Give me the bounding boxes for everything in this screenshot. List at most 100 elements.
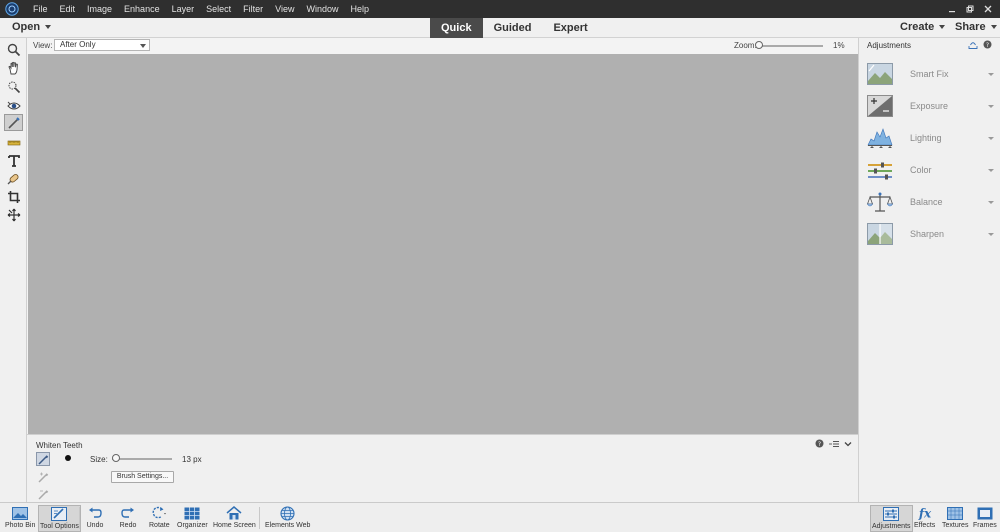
- chevron-down-icon: [988, 105, 994, 108]
- chevron-down-icon: [988, 137, 994, 140]
- brush-new-selection-icon[interactable]: [36, 452, 50, 466]
- share-dropdown-icon: [990, 25, 997, 30]
- help-icon[interactable]: ?: [983, 40, 992, 52]
- brush-settings-button[interactable]: Brush Settings...: [111, 471, 174, 483]
- adjustments-icon: [882, 506, 900, 522]
- menu-image[interactable]: Image: [81, 0, 118, 18]
- textures-button[interactable]: Textures: [942, 505, 968, 532]
- menu-view[interactable]: View: [269, 0, 300, 18]
- svg-text:fx: fx: [917, 507, 931, 521]
- help-icon[interactable]: ?: [815, 439, 824, 451]
- dock-label: Undo: [86, 522, 104, 529]
- menu-edit[interactable]: Edit: [54, 0, 82, 18]
- restore-icon[interactable]: [962, 3, 978, 15]
- adjustment-label: Smart Fix: [910, 69, 949, 79]
- home-icon: [225, 505, 243, 521]
- rotate-button[interactable]: Rotate: [149, 505, 170, 532]
- zoom-slider-track[interactable]: [757, 45, 823, 47]
- type-tool-icon[interactable]: [4, 152, 23, 169]
- spot-healing-icon[interactable]: [4, 170, 23, 187]
- brush-add-selection-icon[interactable]: [36, 470, 50, 484]
- adjustment-balance[interactable]: Balance: [859, 189, 1000, 217]
- menu-window[interactable]: Window: [300, 0, 344, 18]
- dock-label: Tool Options: [40, 523, 79, 530]
- minimize-icon[interactable]: [944, 3, 960, 15]
- adjustment-smart-fix[interactable]: Smart Fix: [859, 61, 1000, 89]
- straighten-icon[interactable]: [4, 134, 23, 151]
- adjustments-dock-button[interactable]: Adjustments: [870, 505, 913, 532]
- adjustments-panel-title: Adjustments: [867, 41, 912, 50]
- brush-preview-icon: [65, 455, 71, 461]
- red-eye-icon[interactable]: [4, 97, 23, 114]
- open-button[interactable]: Open: [12, 21, 40, 33]
- dock-label: Organizer: [177, 522, 208, 529]
- adjustment-lighting[interactable]: Lighting: [859, 125, 1000, 153]
- size-slider-thumb[interactable]: [112, 454, 120, 462]
- open-dropdown-icon[interactable]: [45, 25, 51, 29]
- share-button[interactable]: Share: [955, 21, 997, 33]
- smart-fix-icon: [867, 63, 893, 85]
- size-value: 13 px: [182, 455, 202, 464]
- tab-guided[interactable]: Guided: [483, 18, 543, 38]
- globe-icon: [279, 505, 297, 521]
- create-button[interactable]: Create: [900, 21, 946, 33]
- quick-selection-icon[interactable]: [4, 78, 23, 95]
- tool-options-button[interactable]: Tool Options: [38, 505, 81, 532]
- crop-icon[interactable]: [4, 188, 23, 205]
- adjustment-label: Color: [910, 165, 932, 175]
- view-bar: View: After Only Zoom: 1%: [27, 38, 858, 54]
- menu-select[interactable]: Select: [200, 0, 237, 18]
- menu-file[interactable]: File: [27, 0, 54, 18]
- dock-label: Photo Bin: [5, 522, 36, 529]
- collapse-icon[interactable]: [844, 439, 852, 451]
- mode-tabs: Quick Guided Expert: [430, 18, 599, 38]
- dock-label: Home Screen: [213, 522, 256, 529]
- adjustment-color[interactable]: Color: [859, 157, 1000, 185]
- exposure-icon: [867, 95, 893, 117]
- move-icon[interactable]: [4, 206, 23, 223]
- close-icon[interactable]: [980, 3, 996, 15]
- tool-options-actions: ?: [815, 439, 852, 451]
- elements-web-button[interactable]: Elements Web: [265, 505, 310, 532]
- zoom-tool-icon[interactable]: [4, 41, 23, 58]
- chevron-down-icon: [140, 44, 146, 48]
- adjustment-sharpen[interactable]: Sharpen: [859, 221, 1000, 249]
- menu-filter[interactable]: Filter: [237, 0, 269, 18]
- bottom-dock: Photo Bin Tool Options Undo Redo Rotate …: [0, 502, 1000, 532]
- brush-subtract-selection-icon[interactable]: [36, 487, 50, 501]
- tool-options-title: Whiten Teeth: [36, 441, 83, 450]
- menu-layer[interactable]: Layer: [166, 0, 201, 18]
- view-select[interactable]: After Only: [54, 39, 150, 51]
- menu-bar: File Edit Image Enhance Layer Select Fil…: [0, 0, 1000, 18]
- zoom-slider-thumb[interactable]: [755, 41, 763, 49]
- organizer-button[interactable]: Organizer: [177, 505, 208, 532]
- whiten-teeth-icon[interactable]: [4, 114, 23, 131]
- photo-bin-button[interactable]: Photo Bin: [5, 505, 35, 532]
- dock-label: Frames: [973, 522, 997, 529]
- image-canvas[interactable]: [28, 54, 858, 434]
- menu-enhance[interactable]: Enhance: [118, 0, 166, 18]
- dock-label: Adjustments: [872, 523, 911, 530]
- balance-icon: [867, 192, 893, 212]
- home-screen-button[interactable]: Home Screen: [213, 505, 256, 532]
- panel-menu-icon[interactable]: [829, 439, 839, 451]
- create-label: Create: [900, 21, 935, 33]
- dock-separator: [259, 507, 260, 529]
- reset-panel-icon[interactable]: [968, 40, 978, 52]
- redo-button[interactable]: Redo: [119, 505, 137, 532]
- size-label: Size:: [90, 455, 108, 464]
- hand-tool-icon[interactable]: [4, 59, 23, 76]
- frames-button[interactable]: Frames: [973, 505, 997, 532]
- texture-icon: [946, 505, 964, 521]
- menu-help[interactable]: Help: [344, 0, 375, 18]
- adjustment-exposure[interactable]: Exposure: [859, 93, 1000, 121]
- undo-button[interactable]: Undo: [86, 505, 104, 532]
- svg-text:?: ?: [986, 42, 989, 49]
- undo-icon: [86, 505, 104, 521]
- tab-expert[interactable]: Expert: [542, 18, 598, 38]
- effects-button[interactable]: fx Effects: [914, 505, 935, 532]
- size-slider-track[interactable]: [112, 458, 172, 460]
- rotate-icon: [150, 505, 168, 521]
- tab-quick[interactable]: Quick: [430, 18, 483, 38]
- dock-separator: [79, 507, 80, 529]
